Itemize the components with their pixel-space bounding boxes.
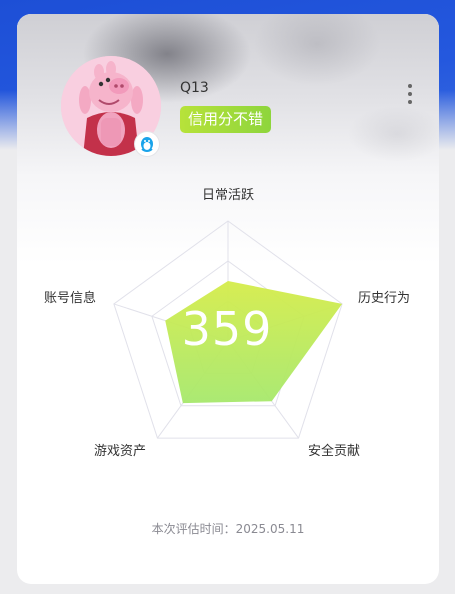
axis-label-account-info: 账号信息 <box>44 291 97 306</box>
credit-score: 359 <box>181 302 273 356</box>
axis-label-game-assets: 游戏资产 <box>94 444 147 459</box>
axis-label-history-behavior: 历史行为 <box>358 291 411 306</box>
axis-label-security-contribution: 安全贡献 <box>308 444 361 459</box>
evaluation-time: 本次评估时间：2025.05.11 <box>151 522 305 536</box>
credit-card: Q13 信用分不错 日常活跃 历史行为 安全贡献 游戏资产 账号信息 359 本… <box>17 14 439 584</box>
axis-label-daily-active: 日常活跃 <box>202 188 255 203</box>
